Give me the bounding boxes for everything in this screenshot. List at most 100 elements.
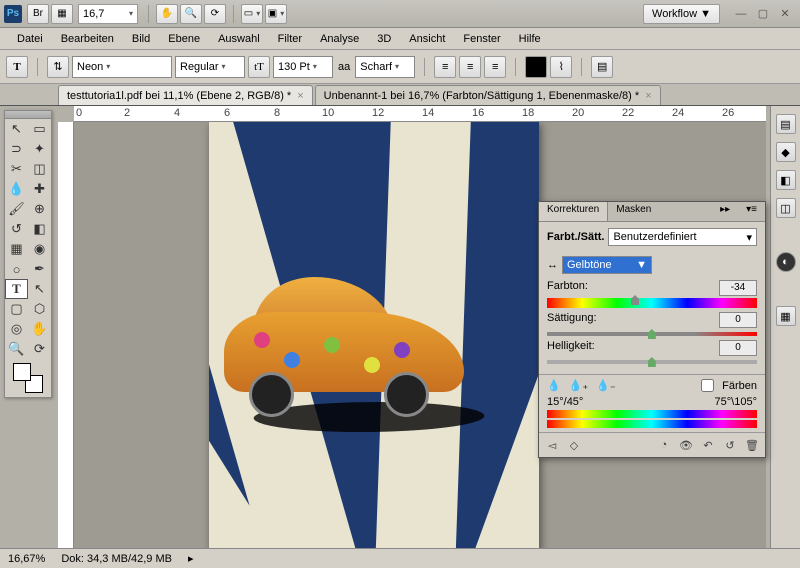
menu-datei[interactable]: Datei: [8, 31, 52, 47]
farbton-slider[interactable]: [547, 298, 757, 308]
eyedropper-minus-icon[interactable]: 💧₋: [596, 379, 616, 392]
expand-icon[interactable]: ◇: [565, 437, 583, 453]
slice-tool[interactable]: ◫: [28, 159, 51, 179]
trash-icon[interactable]: 🗑: [743, 437, 761, 453]
panel-collapse-icon[interactable]: ▸▸: [712, 202, 738, 221]
move-tool[interactable]: ↖: [5, 119, 28, 139]
panel-menu-icon[interactable]: ▾≡: [738, 202, 765, 221]
eyedropper-tool[interactable]: 💧: [5, 179, 28, 199]
heal-tool[interactable]: ✚: [28, 179, 51, 199]
doc-tab-2[interactable]: Unbenannt-1 bei 16,7% (Farbton/Sättigung…: [315, 85, 661, 105]
color-swatches[interactable]: [5, 359, 51, 397]
align-center-button[interactable]: ≡: [459, 56, 481, 78]
font-weight-combo[interactable]: Regular: [175, 56, 245, 78]
history-brush-tool[interactable]: ↺: [5, 219, 28, 239]
previous-icon[interactable]: ↶: [699, 437, 717, 453]
menu-ansicht[interactable]: Ansicht: [400, 31, 454, 47]
align-left-button[interactable]: ≡: [434, 56, 456, 78]
eyedropper-icon[interactable]: 💧: [547, 379, 561, 392]
font-family-combo[interactable]: Neon: [72, 56, 172, 78]
menu-analyse[interactable]: Analyse: [311, 31, 368, 47]
helligkeit-value[interactable]: 0: [719, 340, 757, 356]
hand-tool[interactable]: ✋: [28, 319, 51, 339]
dodge-tool[interactable]: ○: [5, 259, 28, 279]
workflow-switcher[interactable]: Workflow ▼: [643, 4, 720, 24]
zoom-tool-button[interactable]: 🔍: [180, 4, 202, 24]
menu-filter[interactable]: Filter: [269, 31, 311, 47]
hue-range-top[interactable]: [547, 410, 757, 418]
saettigung-slider[interactable]: [547, 332, 757, 336]
type-tool[interactable]: T: [5, 279, 28, 299]
farbton-value[interactable]: -34: [719, 280, 757, 296]
back-icon[interactable]: ◅: [543, 437, 561, 453]
menu-ebene[interactable]: Ebene: [159, 31, 209, 47]
menu-auswahl[interactable]: Auswahl: [209, 31, 269, 47]
stamp-tool[interactable]: ⊕: [28, 199, 51, 219]
hue-range-bottom[interactable]: [547, 420, 757, 428]
scrubby-icon[interactable]: ↔: [547, 259, 558, 271]
status-dok[interactable]: Dok: 34,3 MB/42,9 MB: [61, 553, 172, 565]
tab-korrekturen[interactable]: Korrekturen: [539, 202, 608, 221]
rotate-view-tool[interactable]: ⟳: [28, 339, 51, 359]
visibility-icon[interactable]: 👁: [677, 437, 695, 453]
text-color-swatch[interactable]: [525, 56, 547, 78]
zoom-combo[interactable]: 16,7: [78, 4, 138, 24]
color-panel-icon[interactable]: ◧: [776, 170, 796, 190]
wand-tool[interactable]: ✦: [28, 139, 51, 159]
shape-tool[interactable]: ▢: [5, 299, 28, 319]
blur-tool[interactable]: ◉: [28, 239, 51, 259]
menu-bild[interactable]: Bild: [123, 31, 159, 47]
arrange-button[interactable]: ▭: [241, 4, 263, 24]
rotate-button[interactable]: ⟳: [204, 4, 226, 24]
brush-tool[interactable]: 🖌: [5, 199, 28, 219]
canvas[interactable]: [209, 122, 539, 548]
doc-tab-1[interactable]: testtutoria1l.pdf bei 11,1% (Ebene 2, RG…: [58, 85, 313, 105]
character-panel-button[interactable]: ▤: [591, 56, 613, 78]
reset-icon[interactable]: ↺: [721, 437, 739, 453]
bridge-button[interactable]: Br: [27, 4, 49, 24]
minimize-button[interactable]: —: [730, 6, 752, 22]
type-tool-indicator[interactable]: T: [6, 56, 28, 78]
gradient-tool[interactable]: ▦: [5, 239, 28, 259]
warp-text-button[interactable]: ⌇: [550, 56, 572, 78]
tab-masken[interactable]: Masken: [608, 202, 659, 221]
font-size-combo[interactable]: 130 Pt: [273, 56, 333, 78]
menu-fenster[interactable]: Fenster: [454, 31, 509, 47]
layers-panel-icon[interactable]: ◫: [776, 198, 796, 218]
align-right-button[interactable]: ≡: [484, 56, 506, 78]
close-icon[interactable]: ×: [645, 90, 651, 102]
path-tool[interactable]: ↖: [28, 279, 51, 299]
channel-dropdown[interactable]: Gelbtöne▼: [562, 256, 652, 274]
menu-hilfe[interactable]: Hilfe: [510, 31, 550, 47]
clip-icon[interactable]: ◔: [655, 437, 673, 453]
close-button[interactable]: ✕: [774, 6, 796, 22]
status-zoom[interactable]: 16,67%: [8, 553, 45, 565]
3d-camera-tool[interactable]: ◎: [5, 319, 28, 339]
zoom-tool[interactable]: 🔍: [5, 339, 28, 359]
helligkeit-slider[interactable]: [547, 360, 757, 364]
crop-tool[interactable]: ✂: [5, 159, 28, 179]
pen-tool[interactable]: ✒: [28, 259, 51, 279]
restore-button[interactable]: ▢: [752, 6, 774, 22]
menu-bearbeiten[interactable]: Bearbeiten: [52, 31, 123, 47]
eraser-tool[interactable]: ◧: [28, 219, 51, 239]
faerben-checkbox[interactable]: [701, 379, 714, 392]
lasso-tool[interactable]: ⊃: [5, 139, 28, 159]
close-icon[interactable]: ×: [297, 90, 303, 102]
preset-dropdown[interactable]: Benutzerdefiniert▾: [608, 228, 757, 246]
miniview-button[interactable]: ▦: [51, 4, 73, 24]
hand-tool-button[interactable]: ✋: [156, 4, 178, 24]
menu-3d[interactable]: 3D: [368, 31, 400, 47]
marquee-tool[interactable]: ▭: [28, 119, 51, 139]
screen-mode-button[interactable]: ▣: [265, 4, 287, 24]
styles-panel-icon[interactable]: ▦: [776, 306, 796, 326]
eyedropper-plus-icon[interactable]: 💧₊: [569, 379, 589, 392]
orientation-button[interactable]: ⇅: [47, 56, 69, 78]
toolbox-grip[interactable]: [5, 111, 51, 119]
swatches-panel-icon[interactable]: ◆: [776, 142, 796, 162]
fg-color[interactable]: [13, 363, 31, 381]
adjustments-panel-icon[interactable]: ◐: [776, 252, 796, 272]
saettigung-value[interactable]: 0: [719, 312, 757, 328]
history-panel-icon[interactable]: ▤: [776, 114, 796, 134]
antialias-combo[interactable]: Scharf: [355, 56, 415, 78]
